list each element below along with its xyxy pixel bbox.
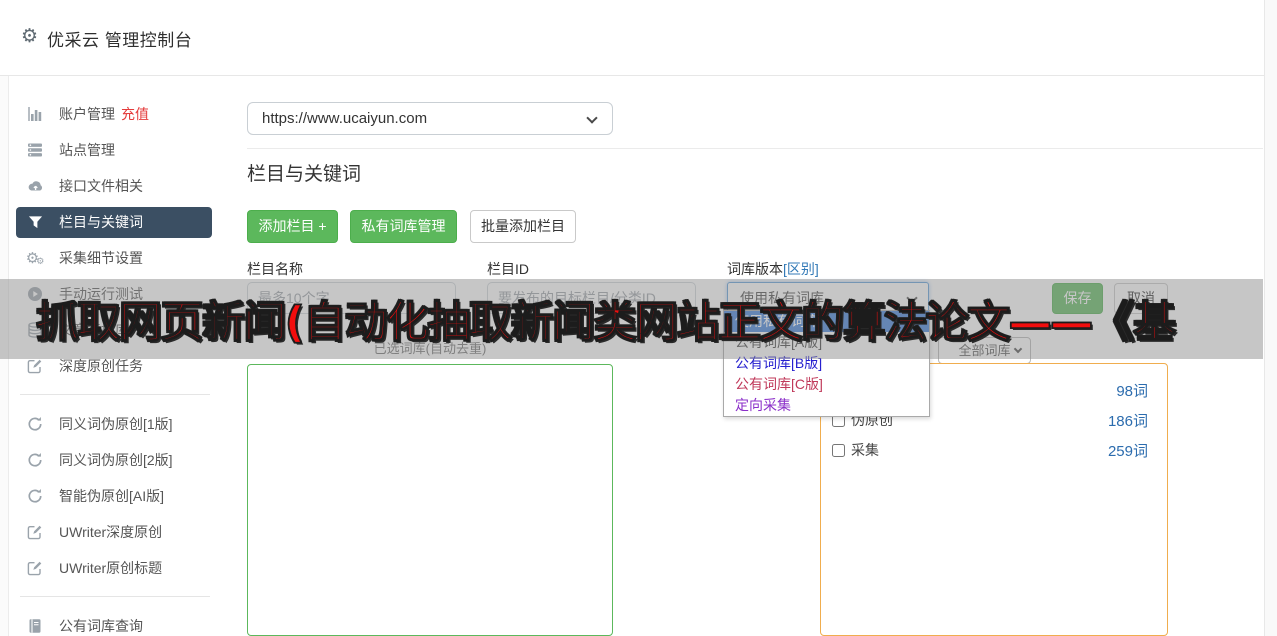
collect-checkbox[interactable] (832, 443, 845, 457)
sidebar-item-label: 智能伪原创[AI版] (59, 488, 165, 504)
lexicon-version-label: 词库版本[区别] (727, 261, 819, 277)
column-id-input[interactable] (487, 282, 696, 314)
content-divider (247, 148, 1263, 149)
sidebar-item-ai-pseudo[interactable]: 智能伪原创[AI版] (25, 478, 220, 514)
gear-icon: ⚙ (21, 25, 39, 47)
chevron-down-icon (906, 292, 918, 304)
word-count: 259词 (1107, 442, 1148, 460)
sidebar-item-label: 同义词伪原创[2版] (59, 452, 173, 468)
sidebar-item-label: 文章替换库 (59, 322, 129, 338)
sidebar-item-public-lexicon-query[interactable]: 公有词库查询 (25, 608, 220, 636)
sidebar-divider (20, 394, 210, 395)
column-name-label: 栏目名称 (247, 261, 303, 277)
sidebar-item-synonym-2[interactable]: 同义词伪原创[2版] (25, 442, 220, 478)
dropdown-option-private[interactable]: 使用私有词库 (724, 311, 929, 332)
refresh-icon (25, 416, 45, 432)
sidebar-item-label: UWriter深度原创 (59, 524, 163, 540)
sidebar-item-columns-keywords[interactable]: 栏目与关键词 (16, 206, 212, 238)
sidebar-item-sites[interactable]: 站点管理 (25, 132, 220, 168)
dropdown-option-public-c[interactable]: 公有词库[C版] (724, 374, 929, 395)
chevron-down-icon (586, 112, 598, 124)
edit-icon (25, 524, 45, 540)
site-select-value: https://www.ucaiyun.com (262, 110, 428, 127)
edit-icon (25, 560, 45, 576)
sidebar-item-label: 站点管理 (59, 142, 115, 158)
sidebar-item-label: 同义词伪原创[1版] (59, 416, 173, 432)
private-lexicon-button[interactable]: 私有词库管理 (350, 210, 457, 243)
sidebar-item-collect-settings[interactable]: ⚙ ⚙ 采集细节设置 (25, 240, 220, 276)
word-count: 98词 (1116, 382, 1148, 400)
bar-chart-icon (25, 106, 45, 122)
refresh-icon (25, 452, 45, 468)
book-icon (25, 618, 45, 634)
filter-icon (25, 215, 45, 230)
sidebar-item-interface-files[interactable]: 接口文件相关 (25, 168, 220, 204)
sidebar-item-article-library[interactable]: 文章替换库 (25, 312, 220, 348)
selected-lexicon-label: 已选词库(自动去重) (373, 341, 487, 356)
server-icon (25, 142, 45, 158)
play-icon (25, 286, 45, 302)
column-name-input[interactable] (247, 282, 456, 314)
selected-lexicon-panel (247, 364, 613, 636)
chevron-down-icon (1013, 344, 1023, 354)
cancel-button[interactable]: 取消 (1114, 283, 1168, 314)
gears-icon: ⚙ ⚙ (25, 250, 45, 267)
word-count: 186词 (1107, 412, 1148, 430)
sidebar-item-uwriter-deep[interactable]: UWriter深度原创 (25, 514, 220, 550)
sidebar-item-manual-run[interactable]: 手动运行测试 (25, 276, 220, 312)
scrollbar-track[interactable] (1264, 0, 1277, 636)
sidebar-item-label: 采集细节设置 (59, 250, 143, 266)
site-select[interactable]: https://www.ucaiyun.com (247, 102, 613, 135)
sidebar-item-deep-original-tasks[interactable]: 深度原创任务 (25, 348, 220, 384)
sidebar-item-label: 账户管理 (59, 106, 115, 122)
sidebar-divider (20, 596, 210, 597)
lexicon-row: 采集 259词 (832, 438, 1156, 462)
page-title: 栏目与关键词 (247, 164, 362, 185)
admin-console: ⚙ 优采云 管理控制台 账户管理 充值 站点管理 接口文件相关 栏目与关键词 ⚙… (0, 0, 1277, 636)
sidebar-item-uwriter-title[interactable]: UWriter原创标题 (25, 550, 220, 586)
database-icon (25, 322, 45, 338)
sidebar-item-label: UWriter原创标题 (59, 560, 163, 576)
sidebar: 账户管理 充值 站点管理 接口文件相关 栏目与关键词 ⚙ ⚙ 采集细节设置 手动… (16, 96, 220, 636)
sidebar-item-label: 接口文件相关 (59, 178, 143, 194)
dropdown-option-public-a[interactable]: 公有词库[A版] (724, 332, 929, 353)
version-diff-link[interactable]: [区别] (783, 261, 819, 277)
header: ⚙ 优采云 管理控制台 (0, 0, 1277, 76)
sidebar-item-label: 手动运行测试 (59, 286, 143, 302)
column-id-label: 栏目ID (487, 261, 529, 277)
sidebar-item-label: 公有词库查询 (59, 618, 143, 634)
dropdown-option-directed-collect[interactable]: 定向采集 (724, 395, 929, 416)
left-edge-strip (0, 76, 9, 636)
recharge-badge[interactable]: 充值 (121, 104, 149, 124)
app-title: 优采云 管理控制台 (47, 31, 193, 50)
refresh-icon (25, 488, 45, 504)
lexicon-version-value: 使用私有词库 (740, 290, 824, 306)
lexicon-version-dropdown: 使用私有词库 公有词库[A版] 公有词库[B版] 公有词库[C版] 定向采集 (723, 310, 930, 417)
sidebar-item-label: 栏目与关键词 (59, 214, 143, 230)
sidebar-item-synonym-1[interactable]: 同义词伪原创[1版] (25, 406, 220, 442)
sidebar-item-account[interactable]: 账户管理 充值 (25, 96, 220, 132)
batch-add-button[interactable]: 批量添加栏目 (470, 210, 576, 243)
add-column-button[interactable]: 添加栏目 + (247, 210, 338, 243)
cloud-upload-icon (25, 178, 45, 194)
sidebar-item-label: 深度原创任务 (59, 358, 143, 374)
all-lexicon-select[interactable]: 全部词库 (938, 337, 1031, 364)
edit-icon (25, 358, 45, 374)
save-button[interactable]: 保存 (1052, 283, 1103, 314)
all-lexicon-value: 全部词库 (958, 343, 1011, 358)
dropdown-option-public-b[interactable]: 公有词库[B版] (724, 353, 929, 374)
